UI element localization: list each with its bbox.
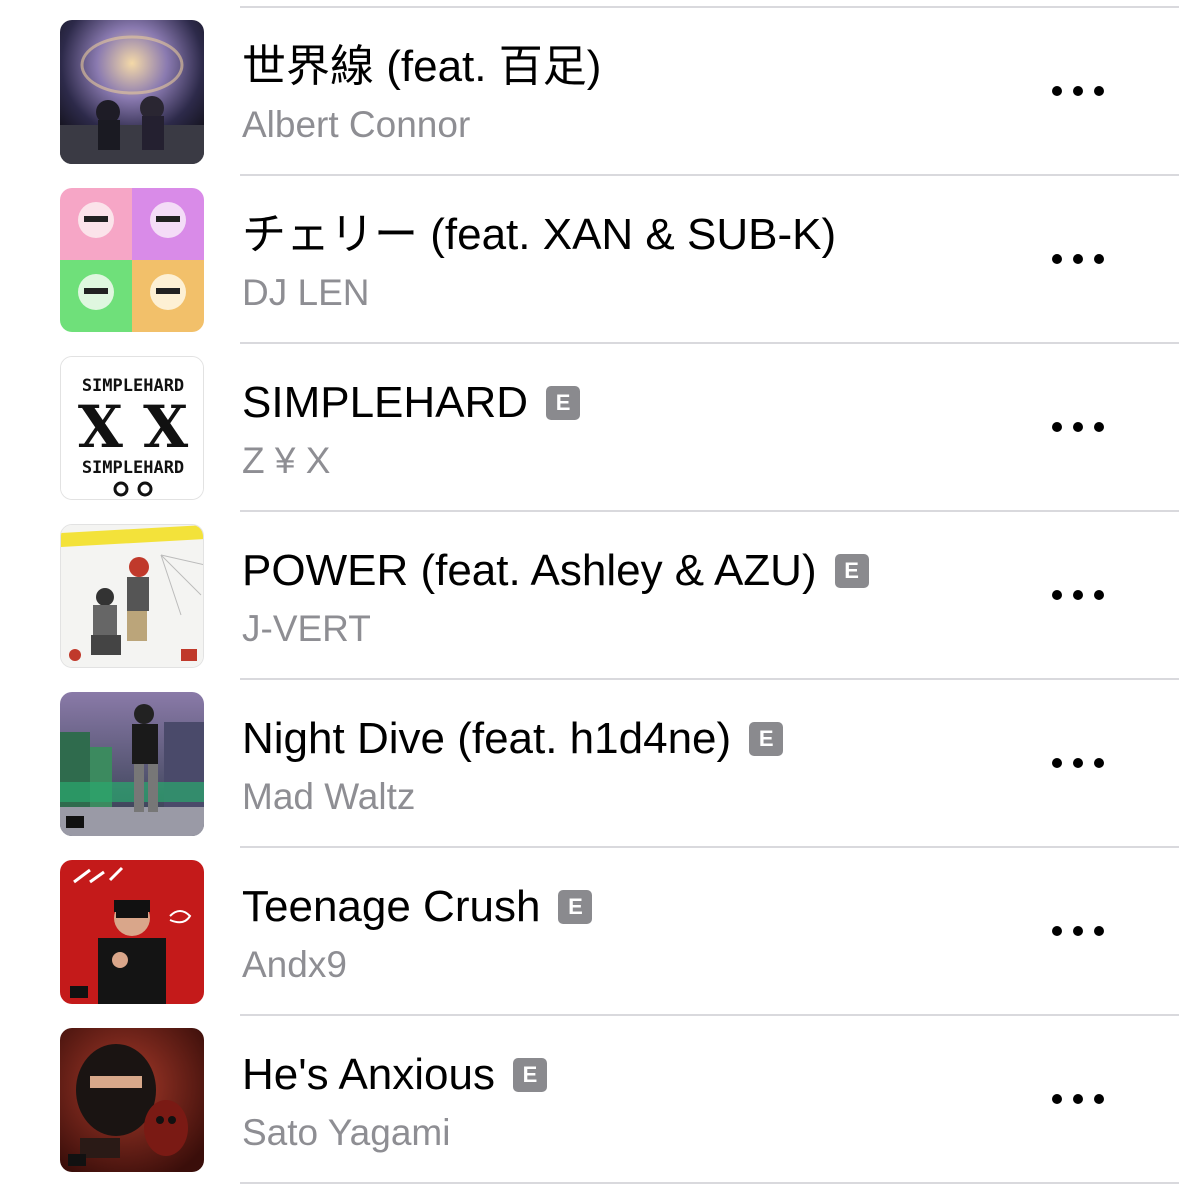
dot-icon	[1073, 86, 1083, 96]
song-artist: DJ LEN	[242, 272, 370, 313]
song-row[interactable]: チェリー (feat. XAN & SUB-K) DJ LEN	[60, 176, 1179, 344]
dot-icon	[1094, 86, 1104, 96]
explicit-badge: E	[834, 554, 869, 588]
more-options-button[interactable]	[1052, 580, 1104, 610]
dot-icon	[1073, 758, 1083, 768]
song-row[interactable]: Teenage Crush E Andx9	[60, 848, 1179, 1016]
album-art-text: SIMPLEHARD	[82, 458, 184, 478]
song-row[interactable]: He's Anxious E Sato Yagami	[60, 1016, 1179, 1184]
dot-icon	[1052, 926, 1062, 936]
dot-icon	[1073, 926, 1083, 936]
explicit-badge: E	[749, 722, 784, 756]
dot-icon	[1094, 590, 1104, 600]
dot-icon	[1073, 1094, 1083, 1104]
more-options-button[interactable]	[1052, 1084, 1104, 1114]
more-options-button[interactable]	[1052, 412, 1104, 442]
dot-icon	[1052, 1094, 1062, 1104]
dot-icon	[1094, 926, 1104, 936]
song-title: Teenage Crush	[242, 882, 541, 931]
album-art-red-icon	[60, 860, 204, 1004]
dot-icon	[1052, 422, 1062, 432]
song-artist: Andx9	[242, 944, 347, 985]
song-list: 世界線 (feat. 百足) Albert Connor チェリー (feat.…	[0, 8, 1179, 1184]
dot-icon	[1052, 590, 1062, 600]
song-artist: Sato Yagami	[242, 1112, 451, 1153]
song-row[interactable]: POWER (feat. Ashley & AZU) E J-VERT	[60, 512, 1179, 680]
dot-icon	[1052, 86, 1062, 96]
dot-icon	[1052, 758, 1062, 768]
song-artist: Albert Connor	[242, 104, 471, 145]
song-row[interactable]: SIMPLEHARD X X SIMPLEHARD SIMPLEHARD E Z…	[60, 344, 1179, 512]
dot-icon	[1094, 422, 1104, 432]
song-artist: Mad Waltz	[242, 776, 416, 817]
song-title: 世界線 (feat. 百足)	[242, 42, 602, 91]
dot-icon	[1073, 590, 1083, 600]
dot-icon	[1052, 254, 1062, 264]
song-title: POWER (feat. Ashley & AZU)	[242, 546, 817, 595]
album-art-caution-icon	[60, 524, 204, 668]
song-artist: J-VERT	[242, 608, 371, 649]
album-art-dark-red-icon	[60, 1028, 204, 1172]
explicit-badge: E	[546, 386, 581, 420]
song-title: チェリー (feat. XAN & SUB-K)	[242, 210, 837, 259]
album-art-big-text: X X	[78, 393, 188, 461]
dot-icon	[1073, 254, 1083, 264]
song-title: Night Dive (feat. h1d4ne)	[242, 714, 732, 763]
dot-icon	[1094, 254, 1104, 264]
more-options-button[interactable]	[1052, 748, 1104, 778]
more-options-button[interactable]	[1052, 244, 1104, 274]
explicit-badge: E	[512, 1058, 547, 1092]
album-art-space-icon	[60, 20, 204, 164]
more-options-button[interactable]	[1052, 916, 1104, 946]
explicit-badge: E	[558, 890, 593, 924]
dot-icon	[1094, 1094, 1104, 1104]
dot-icon	[1094, 758, 1104, 768]
album-art-four-panel-icon	[60, 188, 204, 332]
song-artist: Z ¥ X	[242, 440, 331, 481]
song-row[interactable]: Night Dive (feat. h1d4ne) E Mad Waltz	[60, 680, 1179, 848]
dot-icon	[1073, 422, 1083, 432]
song-title: SIMPLEHARD	[242, 378, 529, 427]
more-options-button[interactable]	[1052, 76, 1104, 106]
album-art-simplehard-icon: SIMPLEHARD X X SIMPLEHARD	[60, 356, 204, 500]
song-title: He's Anxious	[242, 1050, 495, 1099]
song-row[interactable]: 世界線 (feat. 百足) Albert Connor	[60, 8, 1179, 176]
album-art-city-icon	[60, 692, 204, 836]
